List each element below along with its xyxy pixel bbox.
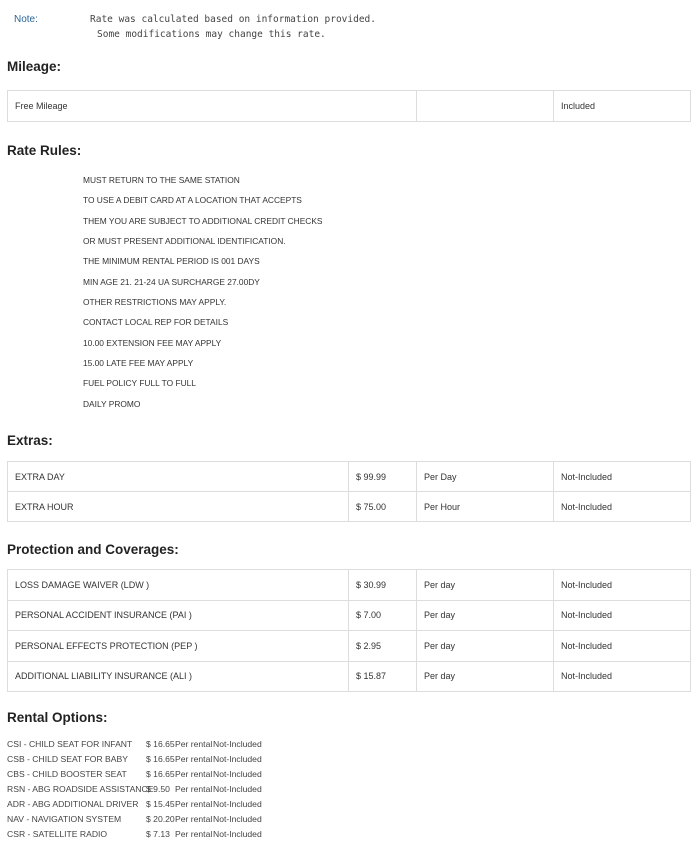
protection-status: Not-Included <box>553 660 691 692</box>
table-row: LOSS DAMAGE WAIVER (LDW ) $ 30.99 Per day N… <box>7 569 691 601</box>
rate-rule-line: THEM YOU ARE SUBJECT TO ADDITIONAL CREDI… <box>83 215 323 226</box>
rental-option-price: $ 16.65 <box>146 754 175 764</box>
protection-status: Not-Included <box>553 569 691 601</box>
rental-option-status: Not-Included <box>213 754 262 764</box>
table-row: ADDITIONAL LIABILITY INSURANCE (ALI ) $ 1… <box>7 660 691 692</box>
protection-status: Not-Included <box>553 630 691 662</box>
rental-option-status: Not-Included <box>213 769 262 779</box>
rental-option-price: $ 7.13 <box>146 829 170 839</box>
protection-name: LOSS DAMAGE WAIVER (LDW ) <box>7 569 349 601</box>
note-line-1: Rate was calculated based on information… <box>90 14 376 25</box>
rate-rule-line: MUST RETURN TO THE SAME STATION <box>83 175 240 185</box>
rental-option-price: $ 16.65 <box>146 769 175 779</box>
protection-price: $ 30.99 <box>348 569 417 601</box>
rental-option-unit: Per rental <box>175 769 213 779</box>
note-label: Note: <box>14 14 38 25</box>
mileage-table: Free Mileage Included <box>7 90 691 122</box>
protection-name: ADDITIONAL LIABILITY INSURANCE (ALI ) <box>7 660 349 692</box>
rate-rule-line: CONTACT LOCAL REP FOR DETAILS <box>83 317 229 328</box>
protection-status: Not-Included <box>553 599 691 631</box>
rate-rule-line: THE MINIMUM RENTAL PERIOD IS 001 DAYS <box>83 256 260 267</box>
rental-option-unit: Per rental <box>175 739 213 749</box>
rental-options-heading: Rental Options: <box>7 710 108 725</box>
rate-rule-line: DAILY PROMO <box>83 398 141 409</box>
extras-price: $ 75.00 <box>348 491 417 522</box>
extras-table: EXTRA DAY $ 99.99 Per Day Not-Included EXTRA… <box>7 461 691 522</box>
rental-option-unit: Per rental <box>175 799 213 809</box>
rental-option-status: Not-Included <box>213 814 262 824</box>
rental-option-name: CBS - CHILD BOOSTER SEAT <box>7 769 127 779</box>
protection-price: $ 7.00 <box>348 599 417 631</box>
rental-option-name: NAV - NAVIGATION SYSTEM <box>7 814 122 824</box>
extras-status: Not-Included <box>553 491 691 522</box>
protection-price: $ 2.95 <box>348 630 417 662</box>
protection-unit: Per day <box>416 599 554 631</box>
rental-option-name: CSR - SATELLITE RADIO <box>7 829 108 839</box>
protection-name: PERSONAL EFFECTS PROTECTION (PEP ) <box>7 630 349 662</box>
note-line-2: Some modifications may change this rate. <box>97 29 326 40</box>
rental-option-unit: Per rental <box>175 754 213 764</box>
mileage-value <box>416 90 554 122</box>
extras-heading: Extras: <box>7 433 53 448</box>
rental-option-status: Not-Included <box>213 739 262 749</box>
table-row: EXTRA HOUR $ 75.00 Per Hour Not-Included <box>7 491 691 522</box>
rate-rules-heading: Rate Rules: <box>7 143 82 158</box>
rental-option-price: $ 20.20 <box>146 814 175 824</box>
rental-option-price: $ 15.45 <box>146 799 175 809</box>
rental-option-name: ADR - ABG ADDITIONAL DRIVER <box>7 799 139 809</box>
extras-name: EXTRA HOUR <box>7 491 349 522</box>
table-row: Free Mileage Included <box>7 90 691 122</box>
mileage-heading: Mileage: <box>7 59 62 74</box>
protection-price: $ 15.87 <box>348 660 417 692</box>
rate-rules-list: MUST RETURN TO THE SAME STATION TO USE A … <box>83 170 323 414</box>
table-row: PERSONAL ACCIDENT INSURANCE (PAI ) $ 7.00… <box>7 599 691 631</box>
rate-rule-line: 10.00 EXTENSION FEE MAY APPLY <box>83 337 222 348</box>
rate-rule-line: 15.00 LATE FEE MAY APPLY <box>83 358 194 369</box>
rental-option-unit: Per rental <box>175 784 213 794</box>
extras-price: $ 99.99 <box>348 461 417 492</box>
protection-unit: Per day <box>416 660 554 692</box>
extras-status: Not-Included <box>553 461 691 492</box>
table-row: PERSONAL EFFECTS PROTECTION (PEP ) $ 2.95… <box>7 630 691 662</box>
extras-unit: Per Hour <box>416 491 554 522</box>
rental-option-name: CSB - CHILD SEAT FOR BABY <box>7 754 128 764</box>
table-row: EXTRA DAY $ 99.99 Per Day Not-Included <box>7 461 691 492</box>
rental-option-status: Not-Included <box>213 829 262 839</box>
protection-name: PERSONAL ACCIDENT INSURANCE (PAI ) <box>7 599 349 631</box>
rental-option-unit: Per rental <box>175 814 213 824</box>
mileage-name: Free Mileage <box>7 90 417 122</box>
rental-option-status: Not-Included <box>213 784 262 794</box>
rate-rule-line: FUEL POLICY FULL TO FULL <box>83 378 196 389</box>
rate-rule-line: OTHER RESTRICTIONS MAY APPLY. <box>83 297 227 308</box>
rental-option-price: $ 16.65 <box>146 739 175 749</box>
protection-heading: Protection and Coverages: <box>7 542 179 557</box>
extras-unit: Per Day <box>416 461 554 492</box>
rental-option-name: RSN - ABG ROADSIDE ASSISTANCE <box>7 784 154 794</box>
extras-name: EXTRA DAY <box>7 461 349 492</box>
mileage-status: Included <box>553 90 691 122</box>
note-text: Rate was calculated based on information… <box>90 12 376 42</box>
rental-option-price: $ 9.50 <box>146 784 170 794</box>
rate-rule-line: MIN AGE 21. 21-24 UA SURCHARGE 27.00DY <box>83 276 260 287</box>
protection-table: LOSS DAMAGE WAIVER (LDW ) $ 30.99 Per day N… <box>7 569 691 692</box>
rental-option-name: CSI - CHILD SEAT FOR INFANT <box>7 739 133 749</box>
rental-option-status: Not-Included <box>213 799 262 809</box>
rate-rule-line: OR MUST PRESENT ADDITIONAL IDENTIFICATIO… <box>83 236 286 247</box>
rental-option-unit: Per rental <box>175 829 213 839</box>
protection-unit: Per day <box>416 630 554 662</box>
protection-unit: Per day <box>416 569 554 601</box>
rate-rule-line: TO USE A DEBIT CARD AT A LOCATION THAT A… <box>83 195 302 206</box>
